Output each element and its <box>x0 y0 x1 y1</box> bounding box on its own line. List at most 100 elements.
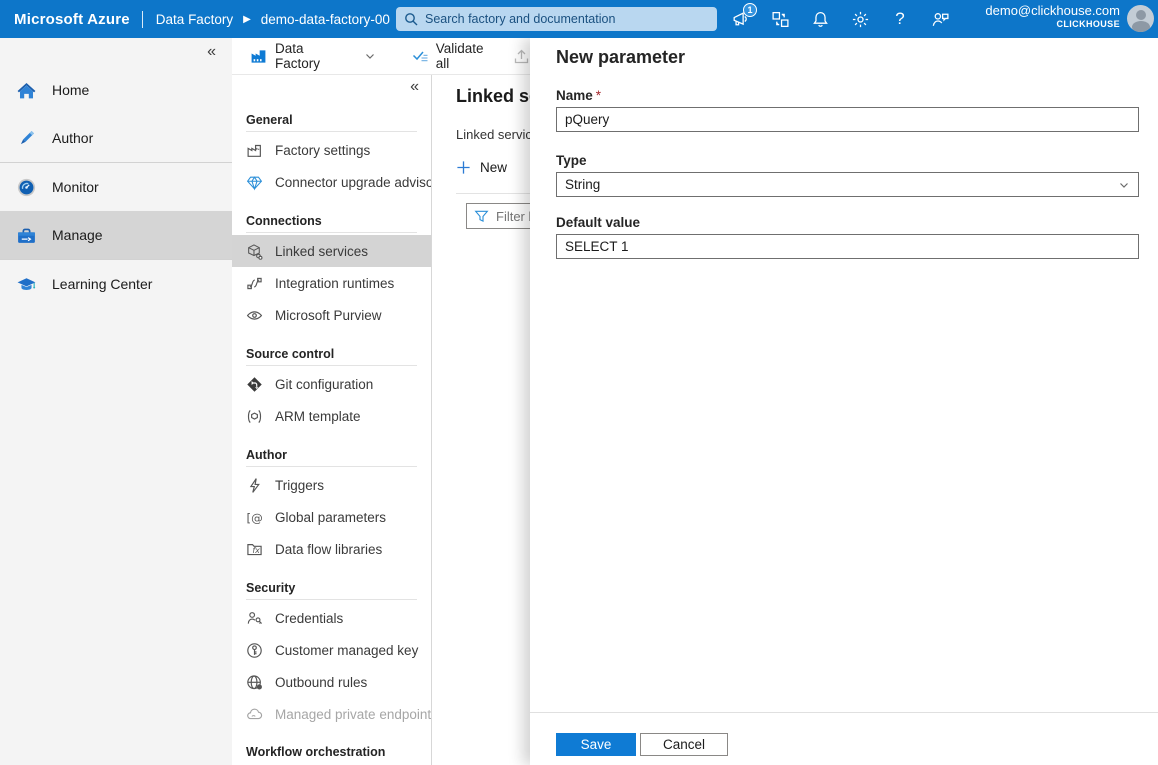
integration-runtimes-icon <box>246 275 263 292</box>
key-icon <box>246 642 263 659</box>
linked-services-icon <box>246 243 263 260</box>
lightning-icon <box>246 477 263 494</box>
account-info[interactable]: demo@clickhouse.com CLICKHOUSE <box>985 3 1120 31</box>
search-input[interactable] <box>425 12 709 26</box>
account-email: demo@clickhouse.com <box>985 3 1120 19</box>
hub-item-global-parameters[interactable]: [@] Global parameters <box>232 501 431 533</box>
hub-item-connector-upgrade-advisor[interactable]: Connector upgrade advisor <box>232 166 431 198</box>
svg-text:[@]: [@] <box>247 510 263 524</box>
hub-item-triggers[interactable]: Triggers <box>232 469 431 501</box>
new-parameter-panel: New parameter Name* Type String Default … <box>530 38 1158 765</box>
hub-item-credentials[interactable]: Credentials <box>232 602 431 634</box>
help-icon[interactable]: ? <box>886 5 914 33</box>
azure-brand[interactable]: Microsoft Azure <box>14 11 130 28</box>
topbar-divider <box>142 11 143 28</box>
announcements-icon[interactable]: 1 <box>726 5 754 33</box>
section-title-security: Security <box>232 579 431 597</box>
sidebar-item-label: Monitor <box>52 179 99 195</box>
factory-toolbar: Data Factory Validate all <box>232 38 530 75</box>
hub-item-outbound-rules[interactable]: Outbound rules <box>232 666 431 698</box>
avatar[interactable] <box>1127 5 1154 32</box>
factory-settings-icon <box>246 142 263 159</box>
validate-check-icon <box>412 48 429 65</box>
new-button-label: New <box>480 160 507 175</box>
settings-gear-icon[interactable] <box>846 5 874 33</box>
factory-menu-button[interactable]: Data Factory <box>250 41 346 71</box>
announcement-badge: 1 <box>743 3 757 17</box>
cancel-button[interactable]: Cancel <box>640 733 728 756</box>
breadcrumb-app[interactable]: Data Factory <box>156 12 233 27</box>
home-icon <box>16 80 37 101</box>
section-divider <box>246 365 417 366</box>
account-tenant: CLICKHOUSE <box>985 19 1120 30</box>
hubmenu-collapse-icon[interactable]: « <box>410 79 419 95</box>
factory-icon <box>250 48 267 65</box>
type-label: Type <box>556 153 587 168</box>
sidebar-item-label: Home <box>52 82 89 98</box>
type-dropdown[interactable]: String <box>556 172 1139 197</box>
azure-top-bar: Microsoft Azure Data Factory ▶ demo-data… <box>0 0 1158 38</box>
sidebar-item-home[interactable]: Home <box>0 66 232 114</box>
gauge-icon <box>16 177 37 198</box>
switch-factory-icon[interactable] <box>766 5 794 33</box>
eye-icon <box>246 307 263 324</box>
toolbox-icon <box>16 225 37 246</box>
chevron-down-icon[interactable] <box>364 50 376 62</box>
avatar-head <box>1136 10 1146 20</box>
sidebar-item-monitor[interactable]: Monitor <box>0 163 232 211</box>
hub-item-linked-services[interactable]: Linked services <box>232 235 431 267</box>
name-label: Name* <box>556 88 601 103</box>
required-marker: * <box>596 88 601 103</box>
validate-all-button[interactable]: Validate all <box>412 41 495 71</box>
footer-divider <box>530 712 1158 713</box>
save-button[interactable]: Save <box>556 733 636 756</box>
section-title-connections: Connections <box>232 212 431 230</box>
feedback-icon[interactable] <box>926 5 954 33</box>
sidebar-item-label: Learning Center <box>52 276 152 292</box>
leftnav-collapse-icon[interactable]: « <box>207 44 216 60</box>
validate-all-label: Validate all <box>436 41 495 71</box>
notifications-bell-icon[interactable] <box>806 5 834 33</box>
hub-item-arm-template[interactable]: ARM template <box>232 400 431 432</box>
manage-hub-menu: « General Factory settings Connector upg… <box>232 75 432 765</box>
globe-icon <box>246 674 263 691</box>
hub-item-managed-private-endpoints: Managed private endpoints <box>232 698 431 730</box>
search-icon <box>404 12 418 26</box>
hub-item-integration-runtimes[interactable]: Integration runtimes <box>232 267 431 299</box>
section-divider <box>246 466 417 467</box>
breadcrumb-arrow-icon: ▶ <box>243 14 251 25</box>
credentials-icon <box>246 610 263 627</box>
section-title-general: General <box>232 111 431 129</box>
hub-item-git-configuration[interactable]: Git configuration <box>232 368 431 400</box>
data-flow-libraries-icon: fx <box>246 541 263 558</box>
sidebar-item-manage[interactable]: Manage <box>0 211 232 259</box>
type-value: String <box>565 177 600 192</box>
default-value-field[interactable] <box>556 234 1139 259</box>
section-divider <box>246 131 417 132</box>
hub-item-microsoft-purview[interactable]: Microsoft Purview <box>232 299 431 331</box>
breadcrumb-factory-name[interactable]: demo-data-factory-00 <box>261 12 390 27</box>
gem-icon <box>246 174 263 191</box>
left-navigation: « Home Author <box>0 38 232 765</box>
pencil-icon <box>16 128 37 149</box>
global-parameters-icon: [@] <box>246 509 263 526</box>
default-value-label: Default value <box>556 215 640 230</box>
global-search[interactable] <box>396 7 717 31</box>
hub-item-data-flow-libraries[interactable]: fx Data flow libraries <box>232 533 431 565</box>
git-icon <box>246 376 263 393</box>
panel-title: New parameter <box>556 47 685 68</box>
avatar-body <box>1132 21 1150 32</box>
hub-item-customer-managed-key[interactable]: Customer managed key <box>232 634 431 666</box>
section-title-author: Author <box>232 446 431 464</box>
chevron-down-icon <box>1118 179 1130 191</box>
hub-item-factory-settings[interactable]: Factory settings <box>232 134 431 166</box>
section-title-source-control: Source control <box>232 345 431 363</box>
sidebar-item-author[interactable]: Author <box>0 114 232 162</box>
sidebar-item-learning-center[interactable]: Learning Center <box>0 260 232 308</box>
plus-icon <box>456 160 471 175</box>
new-button[interactable]: New <box>456 160 507 175</box>
svg-text:fx: fx <box>252 545 260 554</box>
publish-icon <box>513 48 530 65</box>
section-divider <box>246 232 417 233</box>
name-field[interactable] <box>556 107 1139 132</box>
